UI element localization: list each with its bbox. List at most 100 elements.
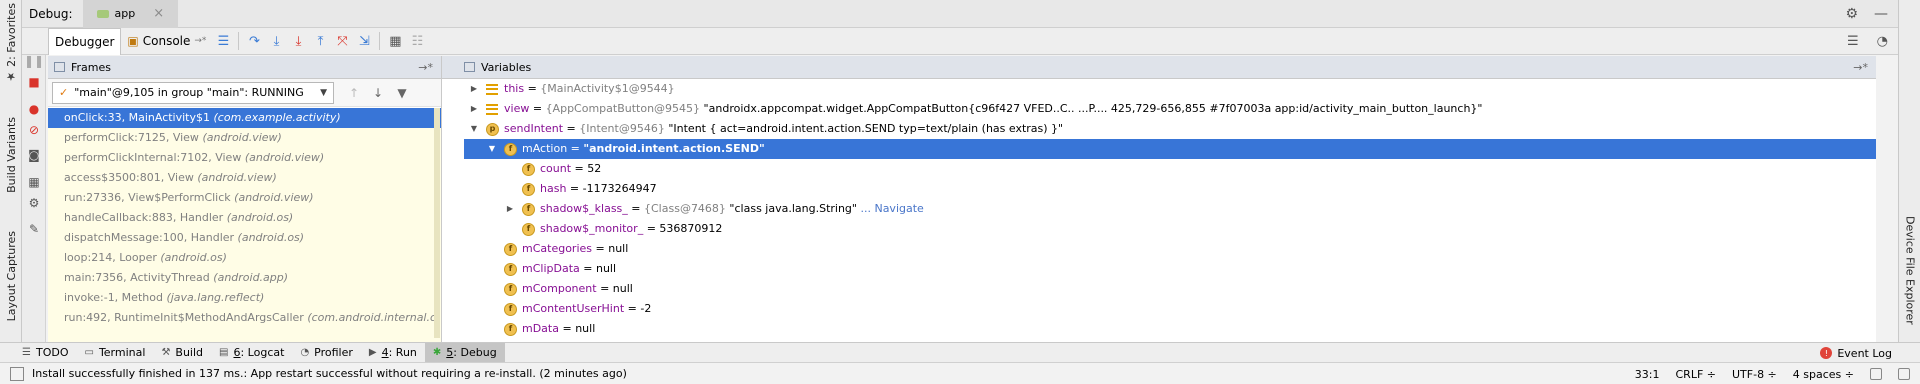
minimize-icon[interactable]: — <box>1874 6 1888 22</box>
build-variants-tab[interactable]: Build Variants <box>0 110 22 200</box>
variable-row[interactable]: f mClipData = null <box>464 259 1876 279</box>
caret-position[interactable]: 33:1 <box>1635 368 1660 381</box>
status-message[interactable]: Install successfully finished in 137 ms.… <box>32 367 627 380</box>
mute-breakpoints-icon[interactable]: ⊘ <box>25 121 43 139</box>
frame-row[interactable]: handleCallback:883, Handler (android.os) <box>48 208 441 228</box>
variable-row[interactable]: ▼ p sendIntent = {Intent@9546} "Intent { a… <box>464 119 1876 139</box>
frame-package: (android.os) <box>237 231 305 244</box>
frame-row[interactable]: loop:214, Looper (android.os) <box>48 248 441 268</box>
camera-icon[interactable]: ◙ <box>25 146 43 164</box>
variable-row[interactable]: ▶ f shadow$_klass_ = {Class@7468} "class j… <box>464 199 1876 219</box>
evaluate-expression-icon[interactable]: ▦ <box>384 30 406 52</box>
indent-setting[interactable]: 4 spaces ÷ <box>1793 368 1854 381</box>
variable-name: mContentUserHint <box>522 302 625 315</box>
object-icon <box>486 103 498 115</box>
frame-row[interactable]: run:27336, View$PerformClick (android.vi… <box>48 188 441 208</box>
variable-row[interactable]: f mComponent = null <box>464 279 1876 299</box>
frame-row[interactable]: performClickInternal:7102, View (android… <box>48 148 441 168</box>
settings-icon[interactable]: ⚙ <box>25 194 43 212</box>
line-separator[interactable]: CRLF ÷ <box>1676 368 1717 381</box>
collapse-icon[interactable]: ▼ <box>486 139 498 159</box>
tool-tab-todo[interactable]: ☰ TODO <box>14 343 76 363</box>
event-log-button[interactable]: ! Event Log <box>1820 343 1892 363</box>
frame-package: (android.os) <box>160 251 227 264</box>
gear-icon[interactable]: ⚙ <box>1845 6 1858 22</box>
arrow-down-icon[interactable]: ↓ <box>366 86 390 100</box>
expand-icon[interactable]: ▶ <box>504 199 516 219</box>
frame-row[interactable]: invoke:-1, Method (java.lang.reflect) <box>48 288 441 308</box>
tool-tab-profiler[interactable]: ◔ Profiler <box>292 343 360 363</box>
show-execution-point-icon[interactable]: ☰ <box>212 30 234 52</box>
frame-method: run:27336, View$PerformClick <box>64 191 231 204</box>
field-icon: f <box>504 302 517 316</box>
frames-scrollbar[interactable] <box>434 108 440 338</box>
file-encoding[interactable]: UTF-8 ÷ <box>1732 368 1777 381</box>
variable-row[interactable]: ▶ view = {AppCompatButton@9545} "androidx… <box>464 99 1876 119</box>
tool-tab-logcat[interactable]: ▤ 6: Logcat <box>211 343 292 363</box>
variable-row[interactable]: f mData = null <box>464 319 1876 339</box>
trace-icon[interactable]: ☷ <box>406 30 428 52</box>
hide-tool-windows-icon[interactable] <box>10 366 24 381</box>
frame-row[interactable]: performClick:7125, View (android.view) <box>48 128 441 148</box>
frame-row[interactable]: onClick:33, MainActivity$1 (com.example.… <box>48 108 441 128</box>
menu-icon[interactable]: ☰ <box>1847 34 1859 49</box>
variable-row[interactable]: f count = 52 <box>464 159 1876 179</box>
tab-console[interactable]: ▣ Console →* <box>121 28 212 55</box>
step-out-icon[interactable]: ⤒ <box>309 30 331 52</box>
layout-icon[interactable]: ▦ <box>25 173 43 191</box>
tool-tab-build[interactable]: ⚒ Build <box>153 343 211 363</box>
pin-icon[interactable]: ✎ <box>25 220 43 238</box>
run-icon: ▶ <box>368 347 377 358</box>
tool-tab-debug[interactable]: ✱ 5: Debug <box>424 342 505 363</box>
field-icon: f <box>504 262 517 276</box>
variable-name: mCategories <box>522 242 593 255</box>
variable-equals: = <box>566 182 583 195</box>
collapse-icon[interactable]: ▼ <box>468 119 480 139</box>
step-over-icon[interactable]: ↷ <box>243 30 265 52</box>
app-session-tab[interactable]: app × <box>82 0 179 28</box>
navigate-link[interactable]: ... Navigate <box>857 199 923 219</box>
drop-frame-icon[interactable]: ⤧ <box>331 30 353 52</box>
arrow-up-icon[interactable]: ↑ <box>342 86 366 100</box>
favorites-tab[interactable]: 2: Favorites ★ <box>0 3 22 83</box>
expand-icon[interactable]: ▶ <box>468 99 480 119</box>
tool-tab-run[interactable]: ▶ 4: Run <box>361 343 425 363</box>
layout-captures-tab[interactable]: Layout Captures <box>0 226 22 326</box>
frame-package: (java.lang.reflect) <box>166 291 265 304</box>
console-tab-label: Console <box>142 34 191 48</box>
stop-icon[interactable]: ■ <box>25 73 43 91</box>
variable-row[interactable]: f hash = -1173264947 <box>464 179 1876 199</box>
frame-package: (android.view) <box>197 171 277 184</box>
variable-row[interactable]: ▶ this = {MainActivity$1@9544} <box>464 79 1876 99</box>
filter-icon[interactable]: ▼ <box>390 86 414 100</box>
frame-row[interactable]: run:492, RuntimeInit$MethodAndArgsCaller… <box>48 308 441 328</box>
field-icon: f <box>504 322 517 336</box>
app-tab-label: app <box>114 7 136 20</box>
frame-row[interactable]: main:7356, ActivityThread (android.app) <box>48 268 441 288</box>
thread-dropdown[interactable]: ✓ "main"@9,105 in group "main": RUNNING … <box>52 81 334 104</box>
frame-row[interactable]: dispatchMessage:100, Handler (android.os… <box>48 228 441 248</box>
run-to-cursor-icon[interactable]: ⇲ <box>353 30 375 52</box>
view-breakpoints-icon[interactable]: ● <box>25 100 43 118</box>
gauge-icon[interactable]: ◔ <box>1877 34 1888 49</box>
force-step-into-icon[interactable]: ⤓ <box>287 30 309 52</box>
pin-panel-icon[interactable]: →* <box>1853 61 1868 74</box>
close-icon[interactable]: × <box>153 6 164 21</box>
variable-row[interactable]: f mContentUserHint = -2 <box>464 299 1876 319</box>
lock-icon[interactable] <box>1870 368 1882 380</box>
variable-row[interactable]: f shadow$_monitor_ = 536870912 <box>464 219 1876 239</box>
step-into-icon[interactable]: ⤓ <box>265 30 287 52</box>
frame-package: (android.os) <box>226 211 294 224</box>
frame-row[interactable]: access$3500:801, View (android.view) <box>48 168 441 188</box>
hammer-icon: ⚒ <box>161 347 171 358</box>
tab-debugger[interactable]: Debugger <box>48 27 122 55</box>
tool-tab-terminal[interactable]: ▭ Terminal <box>76 343 153 363</box>
device-file-explorer-tab[interactable]: Device File Explorer <box>1899 210 1920 330</box>
pin-panel-icon[interactable]: →* <box>418 61 433 74</box>
expand-icon[interactable]: ▶ <box>468 79 480 99</box>
variable-value: -2 <box>640 302 652 315</box>
inspector-icon[interactable] <box>1898 368 1910 380</box>
debug-label: : Debug <box>453 346 497 359</box>
variable-row[interactable]: f mCategories = null <box>464 239 1876 259</box>
variable-row[interactable]: ▼ f mAction = "android.intent.action.SEND" <box>464 139 1876 159</box>
